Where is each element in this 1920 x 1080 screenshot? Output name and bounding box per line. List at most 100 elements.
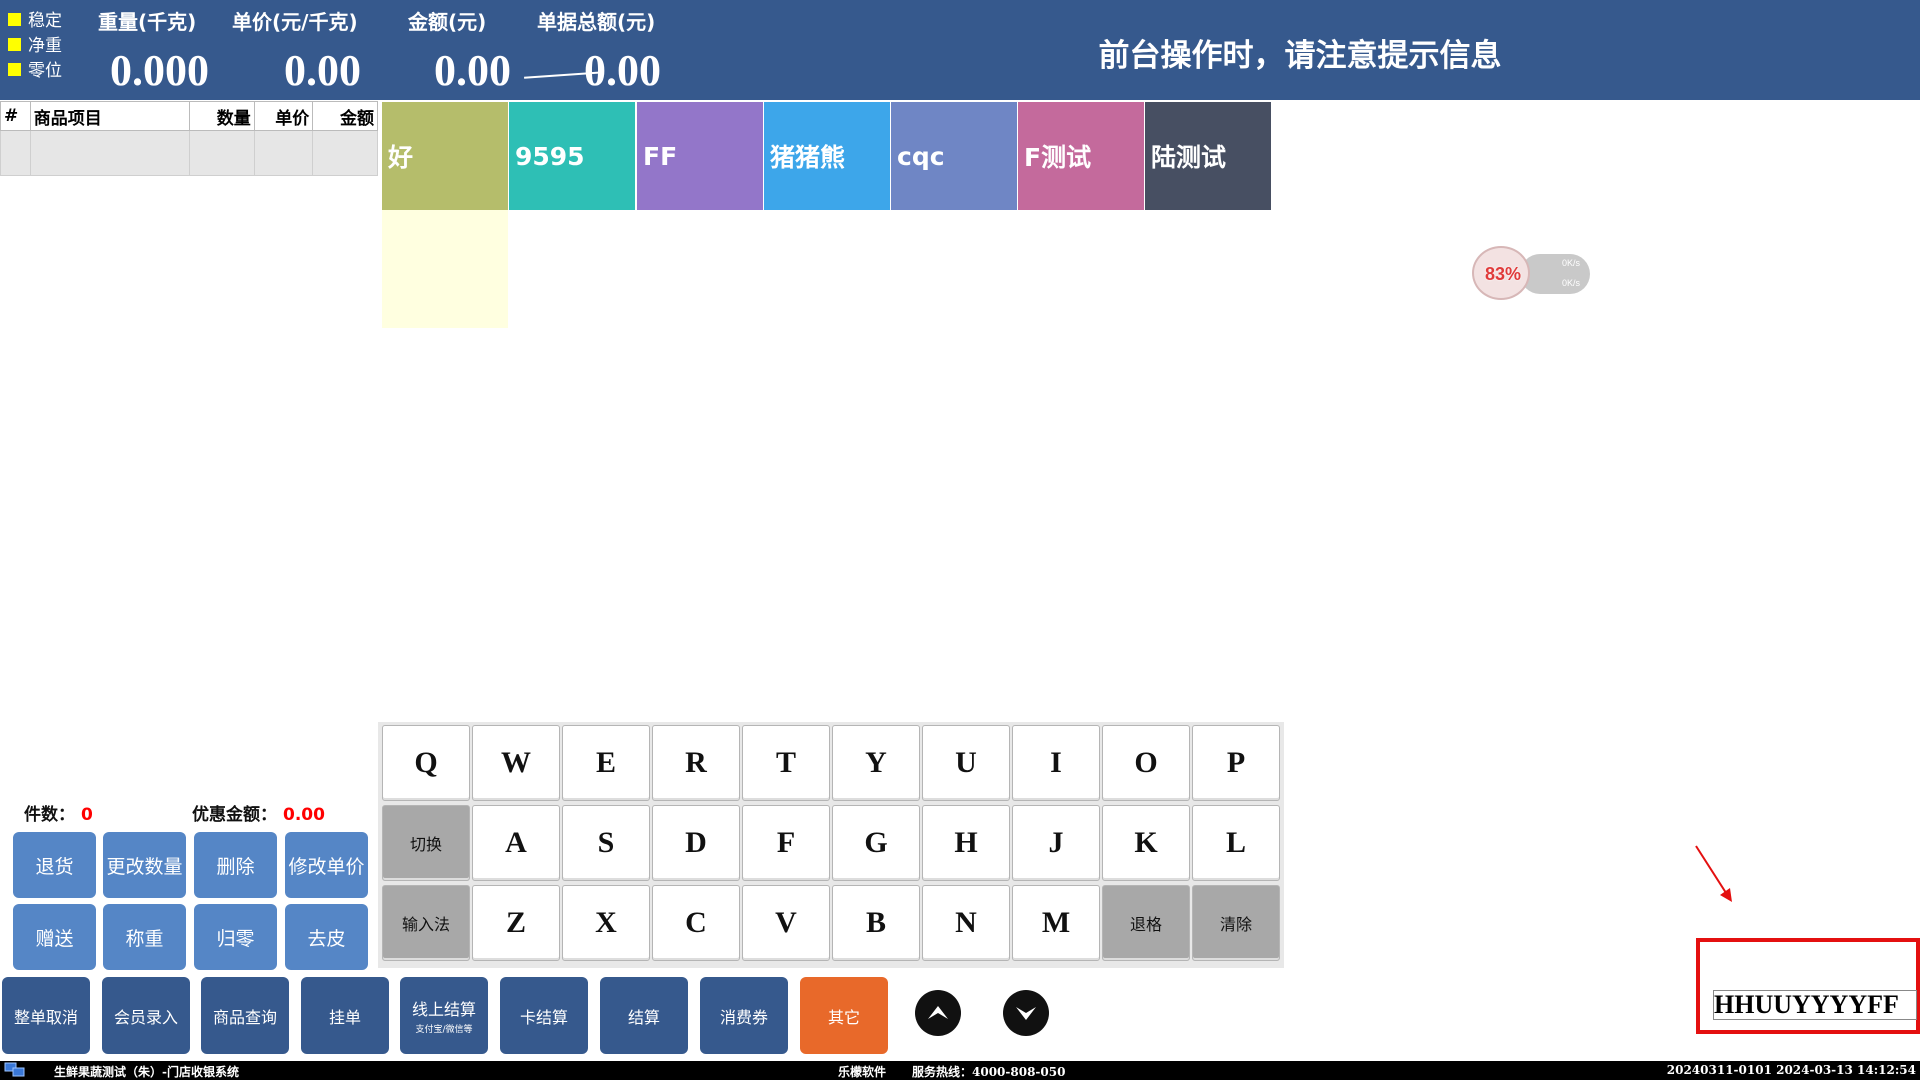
key-q[interactable]: Q: [382, 725, 470, 801]
key-clear[interactable]: 清除: [1192, 885, 1280, 961]
cancel-order-label: 整单取消: [13, 1007, 78, 1027]
category-tile-7[interactable]: 陆测试: [1145, 102, 1271, 210]
app-title: 生鲜果蔬测试（朱）-门店收银系统: [54, 1065, 239, 1079]
weigh-button[interactable]: 称重: [103, 904, 186, 970]
card-payment-label: 卡结算: [519, 1007, 568, 1027]
col-item: 商品项目: [29, 101, 191, 131]
checkout-label: 结算: [627, 1007, 660, 1027]
cpu-percent: 83%: [1484, 264, 1522, 284]
session-datetime: 20240311-0101 2024-03-13 14:12:54: [1666, 1063, 1916, 1077]
key-z[interactable]: Z: [472, 885, 560, 961]
key-e[interactable]: E: [562, 725, 650, 801]
service-hotline: 服务热线：4000-808-050: [912, 1065, 1066, 1079]
voucher-button[interactable]: 消费券: [700, 977, 788, 1054]
online-payment-button[interactable]: 线上结算支付宝/微信等: [400, 977, 488, 1054]
chevron-up-icon[interactable]: [915, 990, 961, 1036]
total-label: 单据总额(元): [537, 10, 656, 34]
checkout-button[interactable]: 结算: [600, 977, 688, 1054]
key-k[interactable]: K: [1102, 805, 1190, 881]
discount-value: 0.00: [283, 805, 325, 825]
key-r[interactable]: R: [652, 725, 740, 801]
red-arrow-annotation: [1695, 845, 1732, 902]
key-d[interactable]: D: [652, 805, 740, 881]
category-tile-1[interactable]: 好: [382, 102, 508, 210]
hold-order-label: 挂单: [328, 1007, 361, 1027]
delete-button[interactable]: 删除: [194, 832, 277, 898]
key-h[interactable]: H: [922, 805, 1010, 881]
indicator-stable: 稳定: [8, 10, 78, 32]
member-entry-button[interactable]: 会员录入: [102, 977, 190, 1054]
col-amount: 金额: [312, 101, 378, 131]
tare-button[interactable]: 去皮: [285, 904, 368, 970]
order-table: # 商品项目 数量 单价 金额: [0, 101, 378, 176]
upload-speed: 0K/s: [1562, 258, 1581, 268]
key-w[interactable]: W: [472, 725, 560, 801]
notice-text: 前台操作时，请注意提示信息: [1098, 38, 1502, 74]
key-s[interactable]: S: [562, 805, 650, 881]
key-a[interactable]: A: [472, 805, 560, 881]
col-index: #: [0, 101, 31, 131]
onscreen-keyboard: Q W E R T Y U I O P 切换 A S D F G H J K L 输入法 Z X C V B N M 退格 清除: [378, 722, 1284, 968]
key-o[interactable]: O: [1102, 725, 1190, 801]
status-bar: 生鲜果蔬测试（朱）-门店收银系统 乐檬软件 服务热线：4000-808-050 …: [0, 1061, 1920, 1080]
key-p[interactable]: P: [1192, 725, 1280, 801]
item-count: 件数： 0: [24, 800, 93, 825]
category-tile-5[interactable]: cqc: [891, 102, 1017, 210]
change-qty-button[interactable]: 更改数量: [103, 832, 186, 898]
indicator-square-icon: [8, 63, 21, 76]
key-input-method[interactable]: 输入法: [382, 885, 470, 961]
indicator-zero: 零位: [8, 60, 78, 82]
other-button[interactable]: 其它: [800, 977, 888, 1054]
category-tile-3[interactable]: FF: [637, 102, 763, 210]
chevron-down-icon[interactable]: [1003, 990, 1049, 1036]
gift-button[interactable]: 赠送: [13, 904, 96, 970]
key-v[interactable]: V: [742, 885, 830, 961]
key-c[interactable]: C: [652, 885, 740, 961]
online-payment-sublabel: 支付宝/微信等: [415, 1025, 473, 1035]
key-n[interactable]: N: [922, 885, 1010, 961]
voucher-label: 消费券: [719, 1007, 768, 1027]
category-tile-6[interactable]: F测试: [1018, 102, 1144, 210]
key-l[interactable]: L: [1192, 805, 1280, 881]
category-tile-4[interactable]: 猪猪熊: [764, 102, 890, 210]
item-count-label: 件数：: [24, 805, 75, 825]
barcode-input[interactable]: [1713, 990, 1917, 1020]
card-payment-button[interactable]: 卡结算: [500, 977, 588, 1054]
key-m[interactable]: M: [1012, 885, 1100, 961]
key-j[interactable]: J: [1012, 805, 1100, 881]
indicator-net: 净重: [8, 35, 78, 57]
key-g[interactable]: G: [832, 805, 920, 881]
change-price-button[interactable]: 修改单价: [285, 832, 368, 898]
weight-label: 重量(千克): [98, 10, 197, 34]
product-query-label: 商品查询: [212, 1007, 277, 1027]
key-switch[interactable]: 切换: [382, 805, 470, 881]
amount-value: 0.00: [434, 46, 511, 95]
product-query-button[interactable]: 商品查询: [201, 977, 289, 1054]
indicator-square-icon: [8, 38, 21, 51]
product-tile-empty[interactable]: [382, 210, 508, 328]
key-u[interactable]: U: [922, 725, 1010, 801]
key-f[interactable]: F: [742, 805, 830, 881]
download-speed: 0K/s: [1562, 278, 1581, 288]
other-label: 其它: [827, 1007, 860, 1027]
key-t[interactable]: T: [742, 725, 830, 801]
item-count-value: 0: [81, 805, 93, 825]
discount: 优惠金额： 0.00: [192, 800, 325, 825]
col-qty: 数量: [189, 101, 255, 131]
key-b[interactable]: B: [832, 885, 920, 961]
category-tile-2[interactable]: 9595: [509, 102, 635, 210]
hold-order-button[interactable]: 挂单: [301, 977, 389, 1054]
cancel-order-button[interactable]: 整单取消: [2, 977, 90, 1054]
zero-button[interactable]: 归零: [194, 904, 277, 970]
unit-price-label: 单价(元/千克): [232, 10, 358, 34]
key-i[interactable]: I: [1012, 725, 1100, 801]
key-backspace[interactable]: 退格: [1102, 885, 1190, 961]
key-x[interactable]: X: [562, 885, 650, 961]
header-bar: 稳定 净重 零位 重量(千克) 单价(元/千克) 金额(元) 单据总额(元) 0…: [0, 0, 1920, 100]
table-row-empty[interactable]: [0, 130, 378, 176]
member-entry-label: 会员录入: [113, 1007, 178, 1027]
speed-widget[interactable]: 0K/s 0K/s 83%: [1470, 240, 1592, 300]
return-button[interactable]: 退货: [13, 832, 96, 898]
online-payment-label: 线上结算: [411, 1000, 476, 1019]
key-y[interactable]: Y: [832, 725, 920, 801]
